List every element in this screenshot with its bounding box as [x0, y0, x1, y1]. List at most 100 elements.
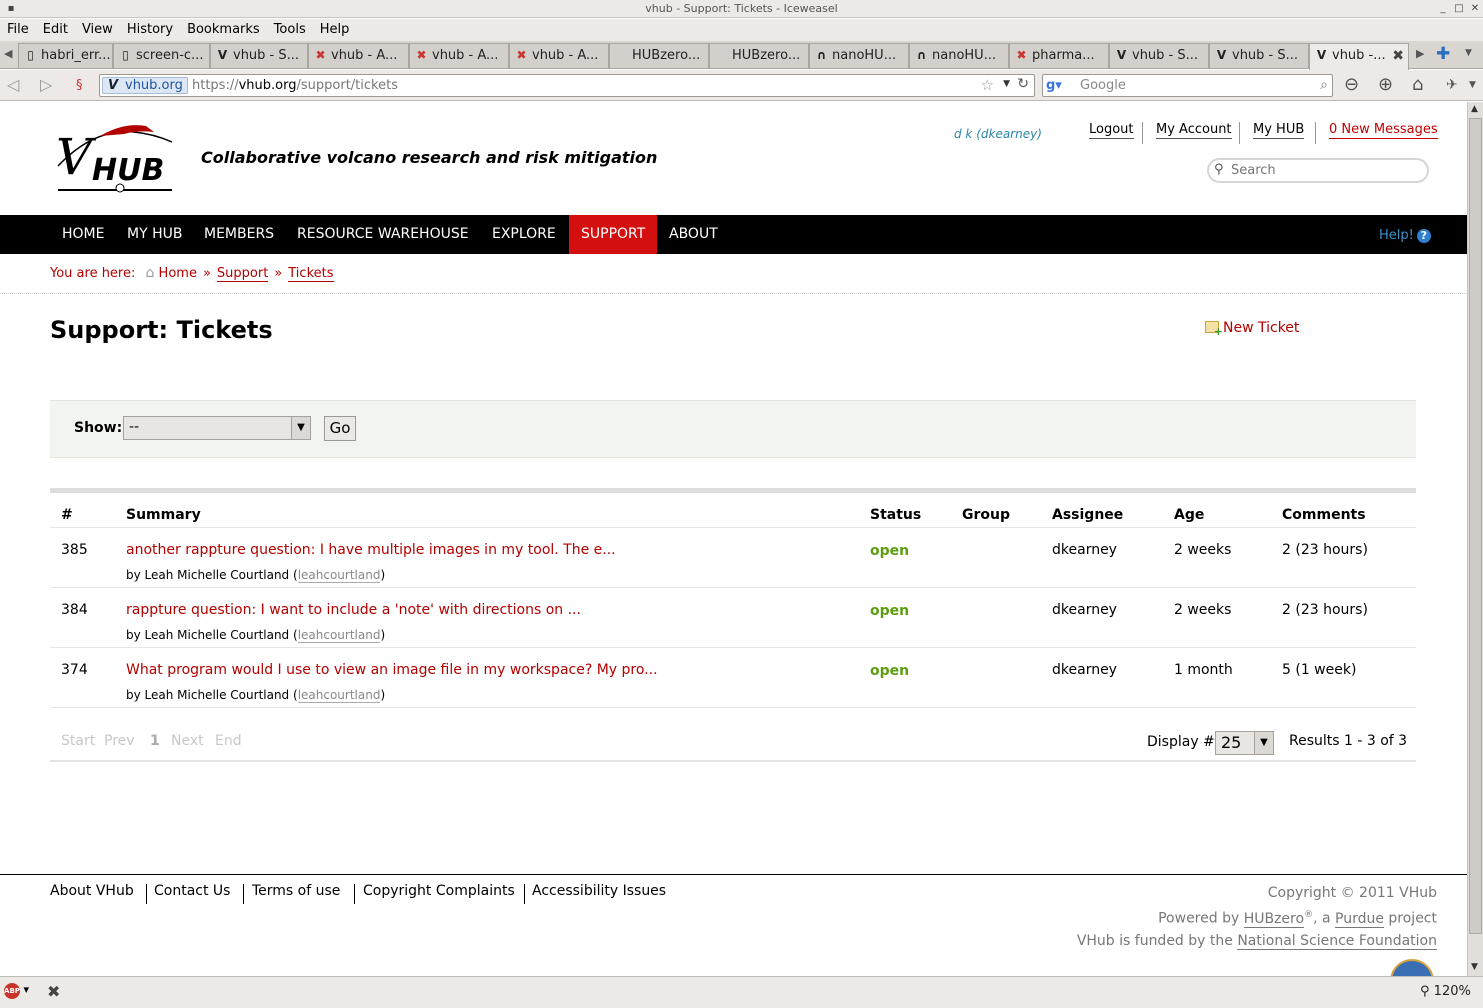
close-window-icon[interactable]: ✕ — [1469, 3, 1481, 15]
search-icon[interactable]: ⌕ — [1320, 77, 1328, 93]
nav-members[interactable]: MEMBERS — [192, 215, 286, 254]
nav-explore[interactable]: EXPLORE — [480, 215, 568, 254]
footer-terms-link[interactable]: Terms of use — [252, 883, 340, 899]
site-identity-badge[interactable]: Vvhub.org — [102, 77, 188, 94]
adblock-icon[interactable]: ABP ▾ — [4, 983, 29, 999]
browser-tab[interactable]: HUBzero... — [709, 43, 809, 68]
menu-tools[interactable]: Tools — [267, 19, 313, 41]
logged-in-user[interactable]: d k (dkearney) — [954, 127, 1042, 141]
site-search-input[interactable] — [1231, 162, 1421, 179]
column-header-status[interactable]: Status — [870, 507, 921, 523]
menu-history[interactable]: History — [120, 19, 180, 41]
browser-tab[interactable]: ✖ vhub - A... — [409, 43, 509, 68]
browser-tab[interactable]: ✖ vhub - A... — [509, 43, 609, 68]
toolbar-overflow-icon[interactable]: ▼ — [1469, 80, 1476, 90]
close-tab-icon[interactable]: ✖ — [1392, 45, 1404, 68]
my-hub-link[interactable]: My HUB — [1253, 122, 1305, 139]
author-username-link[interactable]: leahcourtland — [297, 628, 381, 643]
breadcrumb-tickets[interactable]: Tickets — [288, 266, 334, 282]
nsf-logo[interactable] — [1390, 959, 1434, 976]
nav-support[interactable]: SUPPORT — [569, 215, 657, 254]
new-tab-icon[interactable]: ✚ — [1436, 44, 1450, 64]
nav-resource-warehouse[interactable]: RESOURCE WAREHOUSE — [285, 215, 481, 254]
column-header-comments[interactable]: Comments — [1282, 507, 1366, 523]
scroll-up-icon[interactable]: ▲ — [1471, 104, 1478, 114]
browser-tab-active[interactable]: Vvhub -... ✖ — [1309, 43, 1409, 70]
column-header-assignee[interactable]: Assignee — [1052, 507, 1123, 523]
menu-bookmarks[interactable]: Bookmarks — [180, 19, 267, 41]
bookmark-star-icon[interactable]: ☆ — [981, 76, 994, 94]
browser-tab[interactable]: ▯ habri_err... — [18, 43, 113, 68]
nav-about[interactable]: ABOUT — [657, 215, 730, 254]
hubzero-link[interactable]: HUBzero — [1243, 910, 1305, 928]
addon-icon[interactable]: § — [76, 77, 83, 95]
reload-icon[interactable]: ↻ — [1017, 76, 1029, 92]
page-scrollbar[interactable]: ▲ ▼ — [1467, 102, 1483, 976]
ticket-summary-link[interactable]: another rappture question: I have multip… — [126, 542, 616, 558]
ticket-summary-link[interactable]: rappture question: I want to include a '… — [126, 602, 581, 618]
column-header-number[interactable]: # — [61, 507, 73, 523]
new-ticket-link[interactable]: New Ticket — [1205, 320, 1299, 338]
tab-list-icon[interactable]: ▼ — [1465, 48, 1472, 58]
column-header-group[interactable]: Group — [962, 507, 1010, 523]
logout-link[interactable]: Logout — [1089, 122, 1134, 139]
back-icon[interactable]: ◁ — [7, 76, 19, 94]
vhub-logo[interactable]: V HUB — [54, 120, 176, 196]
my-account-link[interactable]: My Account — [1156, 122, 1232, 139]
browser-tab[interactable]: ▯ screen-c... — [113, 43, 210, 68]
go-button[interactable]: Go — [324, 416, 356, 441]
web-search-box[interactable]: g▾ Google ⌕ — [1042, 74, 1333, 97]
browser-tab[interactable]: Vvhub - S... — [210, 43, 308, 68]
home-icon[interactable]: ⌂ — [1412, 74, 1423, 95]
addon-toolbar-icon[interactable]: ✈ — [1446, 77, 1458, 93]
show-filter-select[interactable]: -- ▼ — [123, 416, 311, 440]
new-messages-link[interactable]: 0 New Messages — [1329, 122, 1438, 139]
forward-icon[interactable]: ▷ — [40, 76, 52, 94]
menu-help[interactable]: Help — [313, 19, 357, 41]
purdue-link[interactable]: Purdue — [1335, 910, 1384, 928]
footer-accessibility-link[interactable]: Accessibility Issues — [532, 883, 666, 899]
column-header-age[interactable]: Age — [1174, 507, 1204, 523]
scrollbar-thumb[interactable] — [1469, 118, 1482, 934]
author-username-link[interactable]: leahcourtland — [297, 688, 381, 703]
zoom-in-icon[interactable]: ⊕ — [1378, 74, 1393, 95]
zoom-out-icon[interactable]: ⊖ — [1344, 74, 1359, 95]
tab-scroll-right-icon[interactable]: ▶ — [1416, 47, 1424, 60]
zoom-indicator[interactable]: ⚲ 120% — [1420, 984, 1471, 999]
footer-about-link[interactable]: About VHub — [50, 883, 134, 899]
breadcrumb-support[interactable]: Support — [216, 266, 269, 282]
url-text[interactable]: https://vhub.org/support/tickets — [192, 78, 398, 93]
window-menu-icon[interactable]: ▪ — [5, 3, 17, 15]
breadcrumb-label: You are here: — [50, 266, 136, 281]
column-header-summary[interactable]: Summary — [126, 507, 201, 523]
divider — [1315, 122, 1316, 144]
menu-file[interactable]: File — [0, 19, 36, 41]
browser-tab[interactable]: Vvhub - S... — [1209, 43, 1309, 68]
close-status-icon[interactable]: ✖ — [47, 982, 60, 1001]
menu-view[interactable]: View — [75, 19, 120, 41]
browser-tab[interactable]: HUBzero... — [609, 43, 709, 68]
url-bar[interactable]: Vvhub.org https://vhub.org/support/ticke… — [99, 74, 1035, 97]
browser-tab[interactable]: ✖ pharma... — [1009, 43, 1109, 68]
nsf-link[interactable]: National Science Foundation — [1237, 933, 1437, 950]
menu-edit[interactable]: Edit — [36, 19, 75, 41]
browser-tab[interactable]: Vvhub - S... — [1109, 43, 1209, 68]
footer-contact-link[interactable]: Contact Us — [154, 883, 230, 899]
nav-my-hub[interactable]: MY HUB — [115, 215, 194, 254]
browser-tab[interactable]: ∩ nanoHU... — [909, 43, 1009, 68]
url-history-dropdown-icon[interactable]: ▼ — [1003, 79, 1010, 89]
help-link[interactable]: Help!? — [1379, 228, 1431, 243]
maximize-icon[interactable]: □ — [1453, 3, 1465, 15]
author-username-link[interactable]: leahcourtland — [297, 568, 381, 583]
scroll-down-icon[interactable]: ▼ — [1471, 962, 1478, 972]
browser-tab[interactable]: ∩ nanoHU... — [809, 43, 909, 68]
breadcrumb-home[interactable]: Home — [159, 266, 197, 281]
ticket-summary-link[interactable]: What program would I use to view an imag… — [126, 662, 658, 678]
tab-scroll-left-icon[interactable]: ◀ — [4, 47, 12, 60]
footer-copyright-complaints-link[interactable]: Copyright Complaints — [363, 883, 515, 899]
nav-home[interactable]: HOME — [50, 215, 116, 254]
browser-tab[interactable]: ✖ vhub - A... — [308, 43, 409, 68]
minimize-icon[interactable]: _ — [1437, 3, 1449, 15]
google-icon[interactable]: g▾ — [1046, 78, 1062, 93]
display-count-select[interactable]: 25 ▼ — [1215, 731, 1274, 755]
